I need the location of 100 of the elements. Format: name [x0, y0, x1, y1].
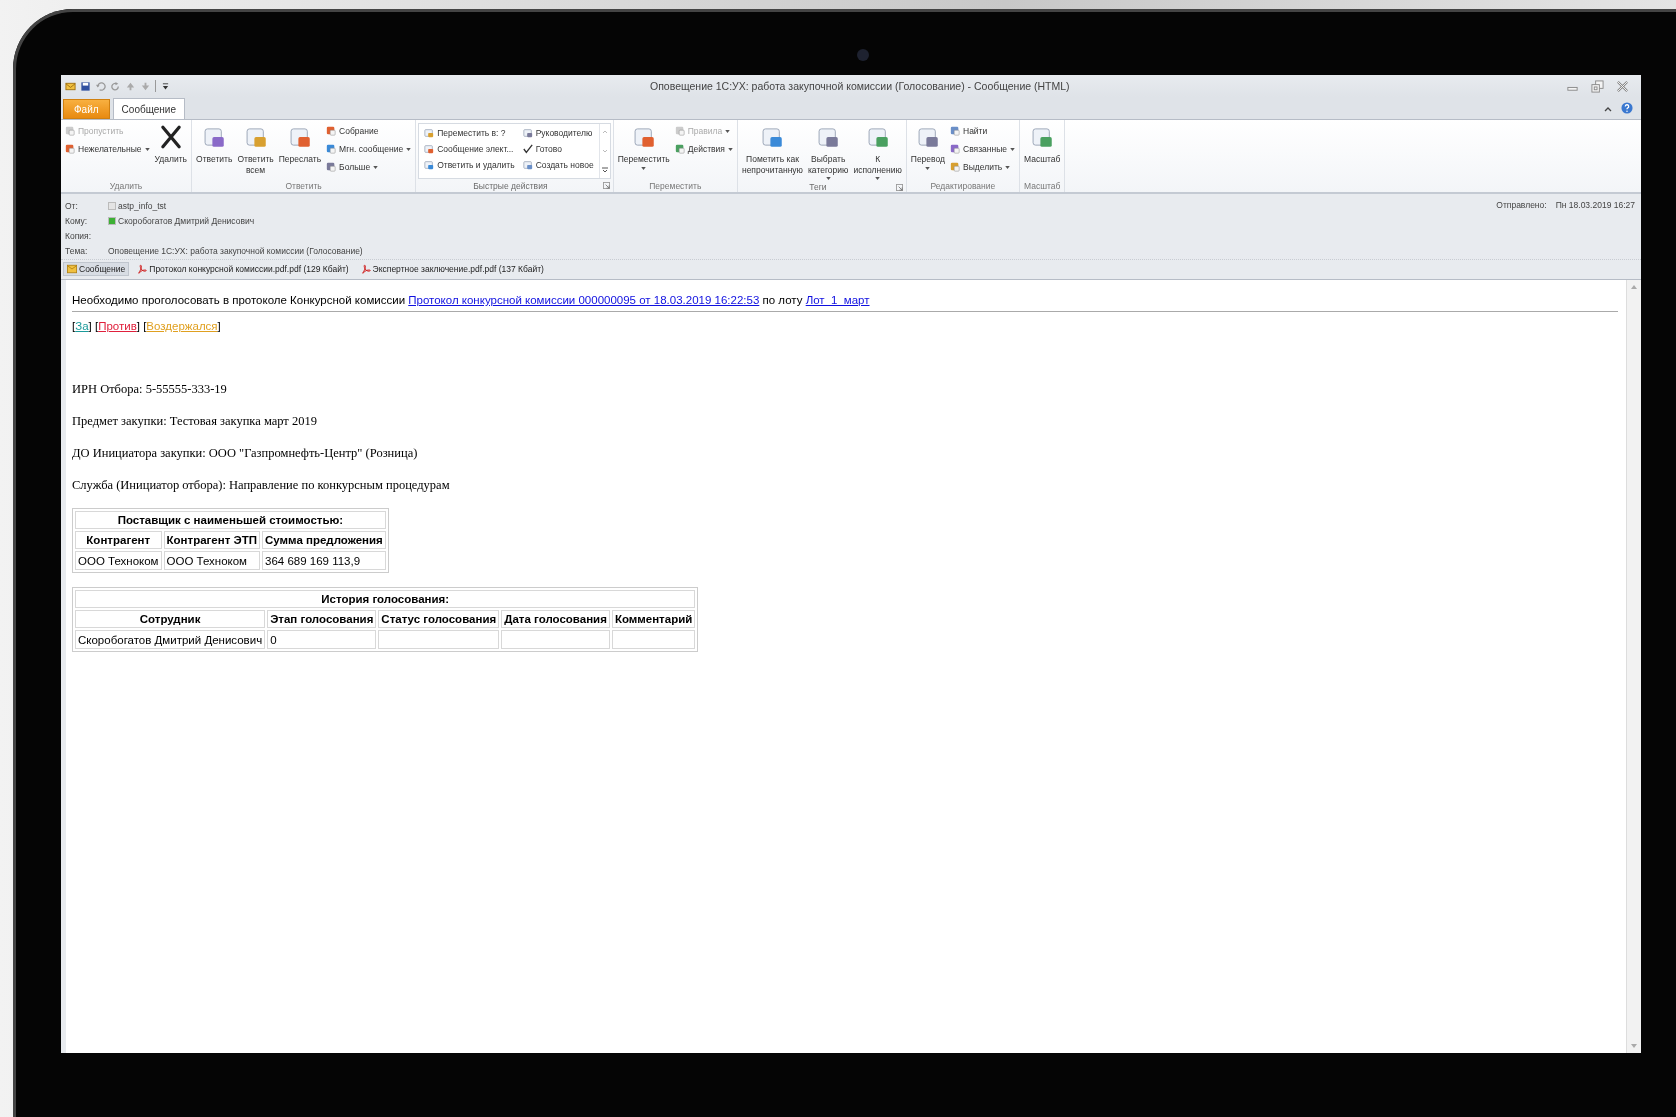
column-header: Сотрудник [75, 610, 266, 628]
ribbon-button[interactable]: Мгн. сообщение [324, 142, 414, 156]
table-cell: ООО Техноком [75, 551, 162, 570]
ribbon-button[interactable]: Больше [324, 160, 414, 174]
ribbon-command-icon [950, 162, 960, 172]
ribbon-button[interactable]: Удалить [152, 122, 190, 167]
ribbon-command-icon [326, 162, 337, 172]
ribbon-tab[interactable]: Сообщение [112, 98, 185, 119]
caret-icon [727, 147, 733, 151]
vote-options: [За] [Против] [Воздержался] [72, 320, 1618, 332]
quick-step[interactable]: Готово [520, 141, 596, 157]
ribbon-button[interactable]: Выбрать категорию [805, 122, 851, 183]
quick-step[interactable]: Переместить в: ? [422, 125, 517, 141]
group-label: Масштаб [1024, 180, 1061, 191]
caret-icon [373, 165, 379, 169]
attachment-tab[interactable]: Сообщение [63, 262, 130, 276]
field-value: Пн 18.03.2019 16:27 [1555, 200, 1635, 212]
quick-step[interactable]: Создать новое [520, 157, 596, 173]
gallery-scroll-buttons[interactable] [598, 124, 610, 178]
vote-link[interactable]: За [75, 320, 89, 332]
quick-step-icon [424, 144, 435, 154]
dialog-launcher-icon[interactable] [602, 182, 610, 189]
field-label: От: [65, 201, 79, 211]
ribbon-button[interactable]: Нежелательные [63, 142, 152, 156]
scrollbar[interactable] [1626, 280, 1641, 1053]
dialog-launcher-icon[interactable] [895, 183, 903, 191]
camera-icon [857, 49, 869, 61]
column-header: Этап голосования [267, 610, 377, 628]
scroll-down-icon[interactable] [1630, 1042, 1638, 1050]
table-title: Поставщик с наименьшей стоимостью: [75, 511, 386, 529]
pdf-icon [137, 264, 148, 274]
protocol-link[interactable]: Лот_1_март [805, 294, 870, 306]
ribbon-button[interactable]: Собрание [324, 124, 414, 138]
envelope-icon [67, 264, 77, 274]
table-title: История голосования: [75, 590, 696, 608]
column-header: Дата голосования [501, 610, 610, 628]
field-label: Кому: [65, 216, 89, 226]
down-arrow-icon[interactable] [140, 80, 151, 92]
ribbon-button[interactable]: Выделить [948, 160, 1017, 174]
ribbon-button[interactable]: К исполнению [851, 122, 904, 183]
ribbon-button[interactable]: Пометить как непрочитанную [739, 122, 805, 178]
ribbon-button[interactable]: Переместить [615, 122, 672, 172]
ribbon-button[interactable]: Переслать [276, 122, 324, 167]
caret-icon [406, 147, 412, 151]
up-arrow-icon[interactable] [125, 80, 136, 92]
ribbon-command-icon [950, 126, 960, 136]
ribbon-button[interactable]: Действия [672, 142, 735, 156]
attachment-tab[interactable]: Протокол конкурсной комиссии.pdf.pdf (129 Кбайт) [133, 262, 353, 276]
vote-link[interactable]: Против [98, 320, 137, 332]
help-icon[interactable] [1621, 102, 1633, 114]
field-value: astp_info_tst [118, 201, 167, 211]
column-header: Контрагент ЭТП [163, 531, 260, 549]
caret-icon [1005, 165, 1011, 169]
quick-step-icon [424, 160, 435, 170]
ribbon-button[interactable]: Связанные [948, 142, 1017, 156]
quick-step-icon [522, 144, 533, 154]
quick-step-icon [424, 128, 435, 138]
caret-icon [641, 166, 647, 170]
window-title: Оповещение 1С:УХ: работа закупочной комиссии (Голосование) - Сообщение (HTML) [649, 80, 1071, 92]
ribbon-command-icon [950, 144, 960, 154]
envelope-icon [65, 80, 76, 92]
column-header: Сумма предложения [262, 531, 386, 549]
quick-step-icon [522, 160, 533, 170]
caret-icon [144, 147, 150, 151]
quick-step[interactable]: Руководителю [520, 125, 596, 141]
ribbon-button[interactable]: Ответить всем [235, 122, 276, 178]
field-value: Оповещение 1С:УХ: работа закупочной комиссии (Голосование) [108, 246, 363, 256]
ribbon-button[interactable]: Масштаб [1022, 122, 1063, 167]
ribbon-button[interactable]: Ответить [194, 122, 235, 167]
detail-line: ИРН Отбора: 5-55555-333-19 [72, 382, 228, 397]
protocol-link[interactable]: Протокол конкурсной комиссии 000000095 от 18.03.2019 16:22:53 [408, 294, 760, 306]
field-label: Тема: [65, 246, 89, 256]
caret-icon [925, 166, 931, 170]
ribbon-button[interactable]: Перевод [908, 122, 947, 172]
group-label: Теги [809, 182, 828, 193]
ribbon-command-icon [674, 126, 685, 136]
scroll-up-icon[interactable] [1630, 283, 1638, 291]
ribbon-command-icon [326, 126, 337, 136]
attachment-tab[interactable]: Экспертное заключение.pdf.pdf (137 Кбайт) [356, 262, 548, 276]
save-icon[interactable] [80, 80, 91, 92]
ribbon-command-icon [674, 144, 685, 154]
restore-icon[interactable] [1591, 79, 1604, 93]
table-cell: ООО Техноком [163, 551, 260, 570]
ribbon-button[interactable]: Найти [948, 124, 1017, 138]
column-header: Статус голосования [378, 610, 500, 628]
table-cell: 0 [267, 630, 377, 649]
quick-step[interactable]: Ответить и удалить [422, 157, 517, 173]
ribbon-command-icon [326, 144, 337, 154]
group-label: Ответить [285, 180, 322, 191]
close-icon[interactable] [1616, 79, 1629, 93]
caret-icon [1010, 147, 1015, 151]
field-label: Отправлено: [1496, 200, 1547, 212]
message-sentence: Необходимо проголосовать в протоколе Конкурсной комиссии Протокол конкурсной комиссии 000000095 от 18.03.2019 16:22:53 по лоту Лот_1_март [72, 294, 871, 306]
field-value: Скоробогатов Дмитрий Денисович [118, 216, 255, 226]
group-label: Быстрые действия [473, 180, 549, 191]
quick-step[interactable]: Сообщение элект... [422, 141, 517, 157]
ribbon-command-icon [65, 126, 75, 136]
redo-icon[interactable] [110, 80, 121, 92]
detail-line: ДО Инициатора закупки: ООО "Газпромнефть-Центр" (Розница) [72, 446, 419, 461]
field-label: Копия: [65, 231, 92, 241]
